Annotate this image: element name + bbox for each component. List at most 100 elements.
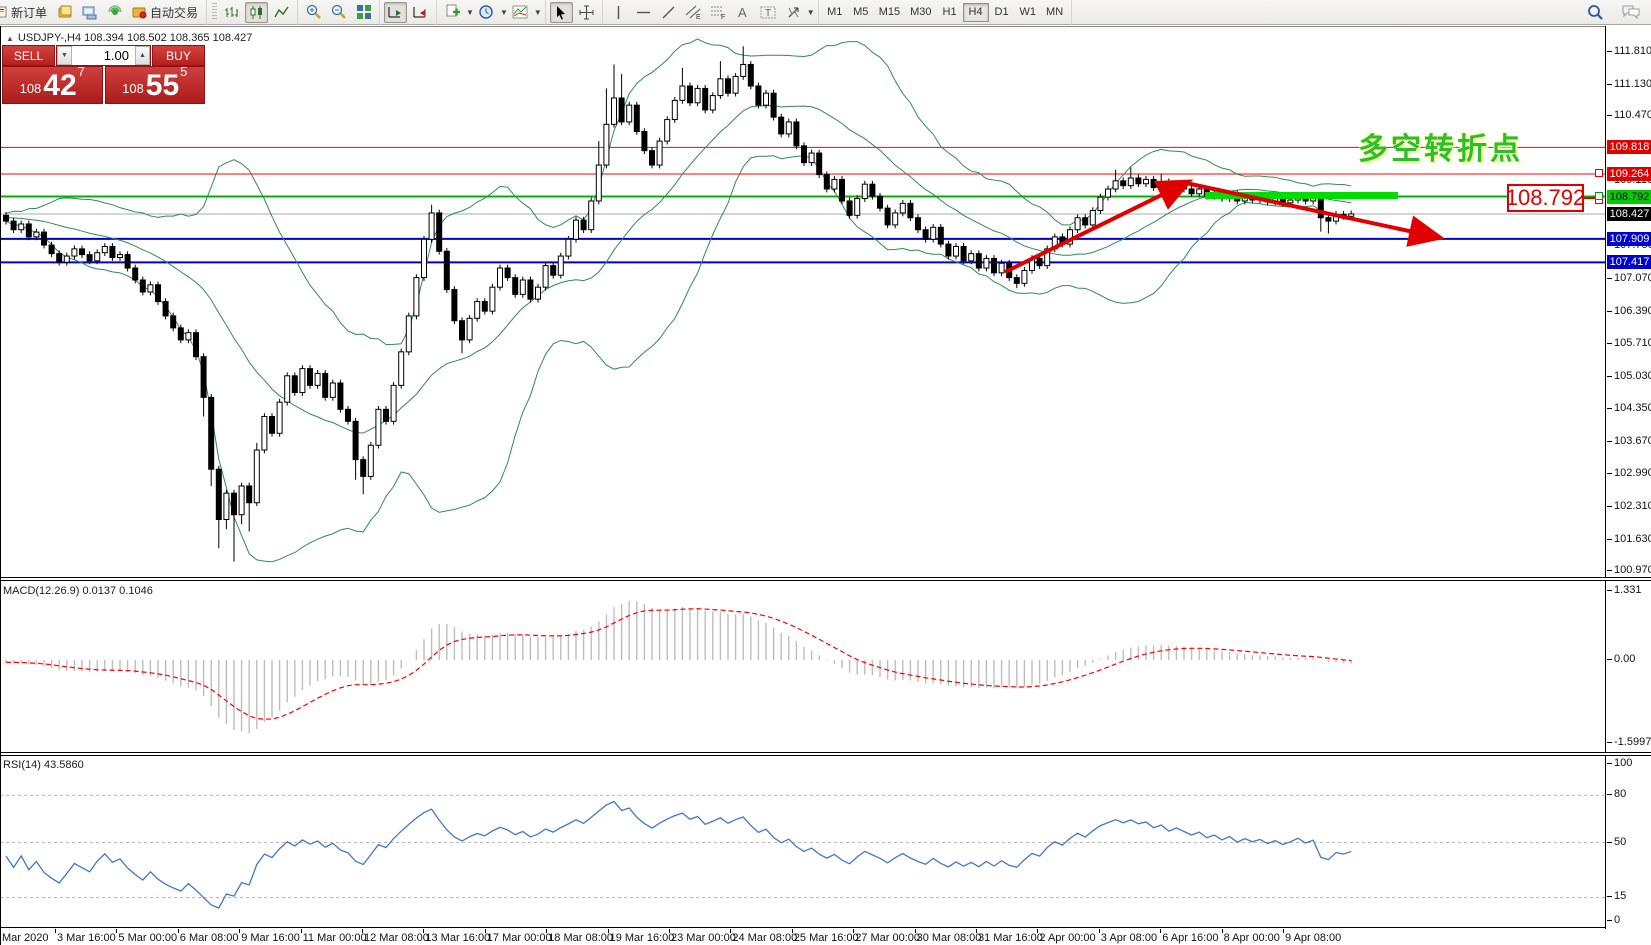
time-label: 2 Apr 00:00 (1039, 932, 1095, 944)
volume-stepper: ▼ 1.00 ▲ (56, 45, 151, 66)
timeframe-m15[interactable]: M15 (874, 3, 905, 22)
time-label: 9 Apr 08:00 (1285, 932, 1341, 944)
profiles-clock-icon[interactable] (475, 2, 498, 23)
hline-marker-red-1[interactable] (1595, 169, 1603, 177)
time-label: 30 Mar 08:00 (917, 932, 982, 944)
rsi-tick: 100 (1614, 757, 1632, 769)
zoom-out-icon[interactable] (327, 2, 350, 23)
hline-marker-green[interactable] (1595, 192, 1603, 200)
price-tick: 101.630 (1614, 533, 1651, 545)
grip[interactable] (212, 3, 217, 21)
time-tick (362, 929, 363, 933)
trendline-icon[interactable] (657, 2, 680, 23)
new-order-button[interactable]: 新订单 (0, 2, 52, 23)
price-axis[interactable]: 111.810111.130110.470109.110107.750107.0… (1605, 26, 1651, 945)
rsi-layer (0, 795, 1605, 908)
rsi-label: RSI(14) 43.5860 (3, 759, 84, 771)
signal-icon[interactable] (103, 2, 126, 23)
macd-layer (6, 601, 1351, 733)
arrows-shapes-icon[interactable] (782, 2, 805, 23)
price-tick: 105.710 (1614, 337, 1651, 349)
svg-text:F: F (721, 14, 725, 20)
horizontal-line-icon[interactable] (632, 2, 655, 23)
buy-button[interactable]: BUY (152, 45, 205, 66)
sell-price-button[interactable]: 108427 (2, 66, 103, 104)
svg-text:E: E (696, 14, 701, 20)
market-watch-icon[interactable] (53, 2, 76, 23)
search-icon[interactable] (1584, 2, 1607, 23)
tile-windows-icon[interactable] (352, 2, 375, 23)
indicators-icon[interactable] (509, 2, 532, 23)
profiles-dropdown[interactable]: ▼ (500, 8, 508, 17)
terminal-icon[interactable] (78, 2, 101, 23)
shapes-dropdown[interactable]: ▼ (807, 8, 815, 17)
panel-separator-2[interactable] (0, 752, 1651, 756)
timeframe-m30[interactable]: M30 (905, 3, 936, 22)
price-tick: 106.390 (1614, 305, 1651, 317)
svg-text:A: A (738, 5, 747, 20)
indicators-dropdown[interactable]: ▼ (534, 8, 542, 17)
macd-tick: 0.00 (1614, 653, 1635, 665)
chart-shift-icon[interactable] (409, 2, 432, 23)
volume-decrease-button[interactable]: ▼ (57, 46, 72, 65)
autotrade-icon (132, 5, 147, 19)
timeframe-m1[interactable]: M1 (822, 3, 848, 22)
rsi-tick: 0 (1614, 914, 1620, 926)
price-tick: 100.970 (1614, 564, 1651, 576)
bar-chart-icon[interactable] (220, 2, 243, 23)
zoom-in-icon[interactable] (302, 2, 325, 23)
time-tick (1099, 929, 1100, 933)
panel-separator-1[interactable] (0, 577, 1651, 581)
time-tick (608, 929, 609, 933)
time-tick (792, 929, 793, 933)
time-tick (1222, 929, 1223, 933)
time-label: Mar 2020 (2, 932, 48, 944)
macd-tick: -1.5997 (1614, 736, 1651, 748)
time-label: 24 Mar 08:00 (732, 932, 797, 944)
main-chart-layer (0, 39, 1605, 562)
rsi-tick: 15 (1614, 890, 1626, 902)
time-tick (55, 929, 56, 933)
time-label: 17 Mar 00:00 (487, 932, 552, 944)
annotation-text[interactable]: 多空转折点 (1358, 124, 1523, 168)
equidistant-channel-icon[interactable]: E (682, 2, 705, 23)
price-tag-108792[interactable]: 108.792 (1507, 184, 1584, 212)
price-tick: 105.030 (1614, 370, 1651, 382)
time-tick (915, 929, 916, 933)
time-tick (178, 929, 179, 933)
zoom-group (298, 0, 380, 25)
new-order-icon (0, 5, 8, 19)
auto-scroll-icon[interactable] (384, 2, 407, 23)
chat-icon[interactable] (1619, 2, 1642, 23)
time-label: 19 Mar 16:00 (610, 932, 675, 944)
time-label: 12 Mar 08:00 (364, 932, 429, 944)
timeframe-h1[interactable]: H1 (937, 3, 963, 22)
time-tick (730, 929, 731, 933)
autotrade-button[interactable]: 自动交易 (127, 2, 203, 23)
symbol-ohlc-text: USDJPY-,H4 108.394 108.502 108.365 108.4… (18, 32, 252, 44)
text-label-icon[interactable]: T (757, 2, 780, 23)
mt4-window: 新订单 自动交易 (0, 0, 1651, 945)
sell-price-main: 42 (43, 71, 76, 101)
timeframe-w1[interactable]: W1 (1015, 3, 1042, 22)
sell-button[interactable]: SELL (2, 45, 55, 66)
candlestick-chart-icon[interactable] (245, 2, 268, 23)
crosshair-icon[interactable] (575, 2, 598, 23)
timeframe-mn[interactable]: MN (1041, 3, 1068, 22)
time-tick (669, 929, 670, 933)
vertical-line-icon[interactable] (607, 2, 630, 23)
time-label: 23 Mar 00:00 (671, 932, 736, 944)
timeframe-d1[interactable]: D1 (989, 3, 1015, 22)
new-chart-dropdown[interactable]: ▼ (466, 8, 474, 17)
timeframe-h4[interactable]: H4 (963, 3, 989, 22)
volume-increase-button[interactable]: ▲ (135, 46, 150, 65)
text-icon[interactable]: A (732, 2, 755, 23)
cursor-icon[interactable] (550, 2, 573, 23)
buy-price-button[interactable]: 108555 (105, 66, 206, 104)
line-chart-icon[interactable] (270, 2, 293, 23)
new-chart-icon[interactable] (441, 2, 464, 23)
time-axis[interactable]: Mar 20203 Mar 16:005 Mar 00:006 Mar 08:0… (0, 929, 1651, 945)
trend-arrow (1186, 183, 1437, 237)
fibonacci-icon[interactable]: F (707, 2, 730, 23)
timeframe-m5[interactable]: M5 (848, 3, 874, 22)
